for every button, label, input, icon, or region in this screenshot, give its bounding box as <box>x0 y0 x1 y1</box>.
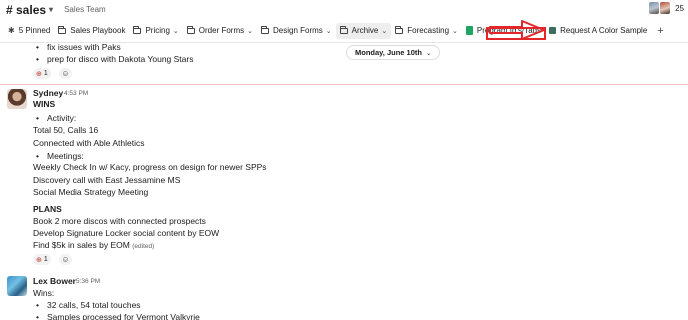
message-line: Samples processed for Vermont Valkyrie <box>47 312 200 320</box>
message-line: Activity: <box>47 113 77 123</box>
tab-request-color-sample[interactable]: Request A Color Sample <box>545 23 651 39</box>
bullet-dot: • <box>36 113 39 123</box>
folder-icon <box>395 25 404 34</box>
date-divider-button[interactable]: Monday, June 10th ⌄ <box>346 45 441 60</box>
tab-label: Design Forms <box>273 26 323 35</box>
slides-icon <box>549 27 557 34</box>
channel-topic[interactable]: Sales Team <box>64 5 106 14</box>
message-line: Discovery call with East Jessamine MS <box>33 175 181 185</box>
message-line: Weekly Check In w/ Kacy, progress on des… <box>33 162 267 172</box>
message-line: 32 calls, 54 total touches <box>47 300 141 310</box>
reaction-count: 1 <box>43 256 48 263</box>
annotation-box <box>486 27 546 40</box>
reaction-pill[interactable]: ⊕ 1 <box>33 68 51 79</box>
tab-label: Pricing <box>145 26 170 35</box>
tab-sales-playbook[interactable]: Sales Playbook <box>54 23 129 39</box>
message-line: Connected with Able Athletics <box>33 138 145 148</box>
tab-label: Request A Color Sample <box>560 26 648 35</box>
reaction-pill[interactable]: ⊕ 1 <box>33 254 51 265</box>
tab-label: Archive <box>351 26 379 35</box>
folder-icon <box>58 25 67 34</box>
message-author[interactable]: Lex Bower <box>33 276 76 286</box>
message-line: Wins: <box>33 288 55 298</box>
tab-label: Forecasting <box>407 26 450 35</box>
folder-icon <box>339 25 348 34</box>
add-tab-button[interactable]: + <box>651 23 667 39</box>
folder-icon <box>133 25 142 34</box>
bullet-dot: • <box>36 300 39 310</box>
message-line: Book 2 more discos with connected prospe… <box>33 216 206 226</box>
date-divider-line <box>0 84 688 85</box>
tab-label: 5 Pinned <box>18 26 51 35</box>
message-line: Find $5k in sales by EOM (edited) <box>33 240 154 250</box>
tab-pricing[interactable]: Pricing ⌄ <box>129 23 182 39</box>
chevron-down-icon: ⌄ <box>247 27 253 35</box>
edited-label: (edited) <box>132 243 155 250</box>
chevron-down-icon: ⌄ <box>452 27 458 35</box>
member-avatar <box>649 2 660 14</box>
message-line: Total 50, Calls 16 <box>33 125 99 135</box>
chevron-down-icon: ▾ <box>49 5 54 14</box>
tab-order-forms[interactable]: Order Forms ⌄ <box>183 23 257 39</box>
chevron-down-icon: ⌄ <box>381 27 388 35</box>
add-reaction-button[interactable]: ☺ <box>59 68 72 79</box>
message-text: Find $5k in sales by EOM <box>33 240 130 250</box>
tab-design-forms[interactable]: Design Forms ⌄ <box>257 23 336 39</box>
message-line: Meetings: <box>47 151 84 161</box>
add-reaction-button[interactable]: ☺ <box>59 254 72 265</box>
chevron-down-icon: ⌄ <box>325 27 332 35</box>
members-button[interactable]: 25 <box>649 2 684 14</box>
message-timestamp[interactable]: 5:36 PM <box>76 278 100 285</box>
add-icon: + <box>657 24 664 37</box>
message-line: prep for disco with Dakota Young Stars <box>47 54 194 64</box>
channel-header: # sales ▾ Sales Team 25 <box>0 0 688 19</box>
folder-icon <box>186 25 195 34</box>
folder-icon <box>261 25 269 34</box>
sheets-icon <box>465 26 473 35</box>
bullet-dot: • <box>36 42 39 52</box>
channel-name-button[interactable]: # sales ▾ <box>6 3 53 17</box>
add-reaction-icon: ☺ <box>61 69 70 78</box>
reaction-emoji-icon: ⊕ <box>36 256 42 264</box>
member-count: 25 <box>675 3 684 13</box>
avatar[interactable] <box>7 276 27 296</box>
chevron-down-icon: ⌄ <box>172 27 179 35</box>
member-avatar <box>660 2 671 14</box>
tab-archive[interactable]: Archive ⌄ <box>335 22 392 39</box>
message-heading: WINS <box>33 99 56 109</box>
bullet-dot: • <box>36 54 39 64</box>
message-line: Develop Signature Locker social content … <box>33 228 220 238</box>
message-line: Social Media Strategy Meeting <box>33 187 149 197</box>
bullet-dot: • <box>36 151 39 161</box>
message-heading: PLANS <box>33 204 62 214</box>
channel-name: # sales <box>6 2 47 17</box>
chevron-down-icon: ⌄ <box>425 49 432 57</box>
date-label: Monday, June 10th <box>355 48 422 57</box>
add-reaction-icon: ☺ <box>61 255 70 264</box>
message-author[interactable]: Sydney <box>33 88 63 98</box>
tab-pinned[interactable]: ✱ 5 Pinned <box>4 23 54 39</box>
message-timestamp[interactable]: 4:53 PM <box>64 90 88 97</box>
pin-icon: ✱ <box>8 26 15 35</box>
bullet-dot: • <box>36 312 39 320</box>
tab-forecasting[interactable]: Forecasting ⌄ <box>391 23 462 39</box>
reaction-emoji-icon: ⊕ <box>36 70 42 78</box>
channel-tab-bar: ✱ 5 Pinned Sales Playbook Pricing ⌄ Orde… <box>0 19 688 43</box>
tab-label: Sales Playbook <box>70 26 126 35</box>
avatar[interactable] <box>7 89 27 109</box>
reaction-count: 1 <box>43 70 48 77</box>
tab-label: Order Forms <box>198 26 245 35</box>
message-line: fix issues with Paks <box>47 42 121 52</box>
